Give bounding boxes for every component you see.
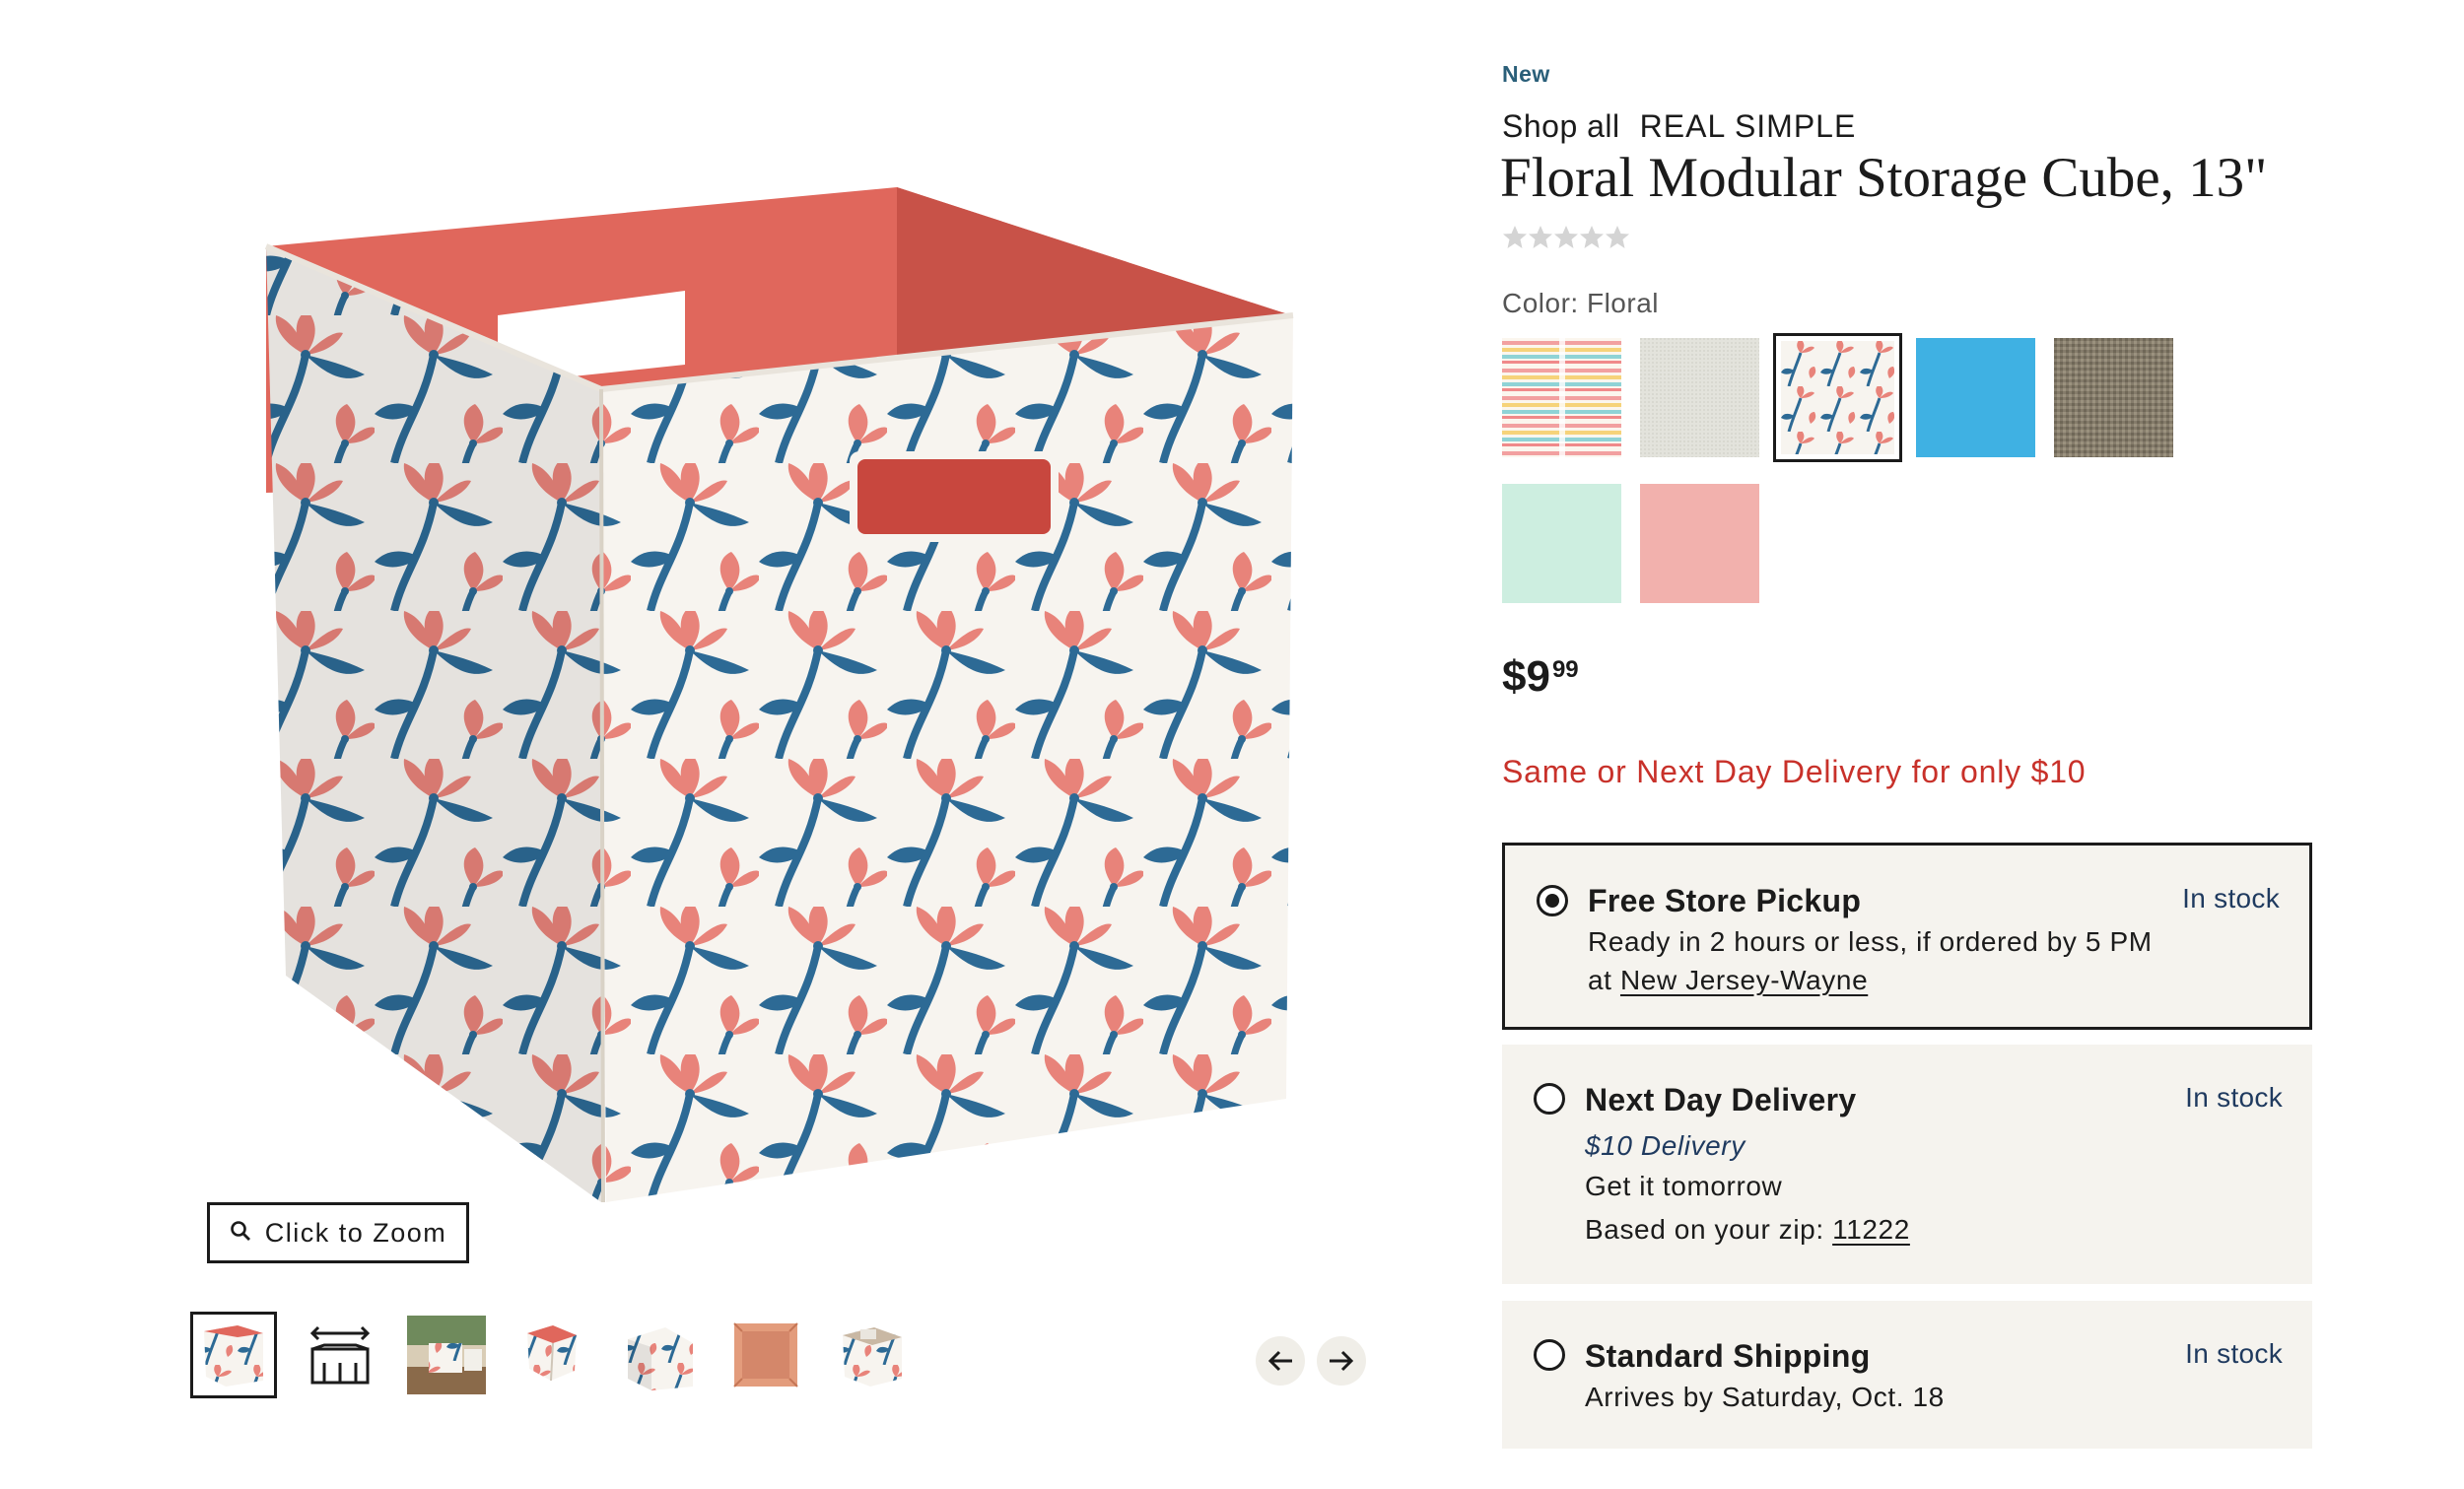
pickup-ready-text: Ready in 2 hours or less, if ordered by … <box>1588 926 2153 957</box>
product-title: Floral Modular Storage Cube, 13" <box>1500 147 2268 209</box>
option-store-pickup[interactable]: Free Store Pickup In stock Ready in 2 ho… <box>1502 843 2312 1030</box>
delivery-eta: Get it tomorrow <box>1585 1171 1783 1201</box>
store-link[interactable]: New Jersey-Wayne <box>1620 965 1868 995</box>
swatch-gray[interactable] <box>1640 338 1759 457</box>
rating-stars[interactable] <box>1502 225 1630 250</box>
thumbnail-floral-front[interactable] <box>190 1312 277 1398</box>
thumbnail-interior[interactable] <box>722 1312 809 1398</box>
product-image[interactable] <box>246 168 1331 1212</box>
swatch-turquoise[interactable] <box>1916 338 2035 457</box>
swatch-blush[interactable] <box>1640 484 1759 603</box>
option-next-day[interactable]: Next Day Delivery In stock $10 Delivery … <box>1502 1045 2312 1284</box>
swatch-stripe[interactable] <box>1502 338 1621 457</box>
zip-line: Based on your zip: 11222 <box>1585 1214 1910 1246</box>
stock-status: In stock <box>2185 1338 2283 1369</box>
arrow-left-icon <box>1267 1350 1292 1372</box>
thumbnail-collapsed[interactable] <box>616 1312 703 1398</box>
option-title: Standard Shipping <box>1585 1338 1871 1374</box>
at-label: at <box>1588 965 1612 995</box>
delivery-promo: Same or Next Day Delivery for only $10 <box>1502 754 2087 789</box>
swatch-taupe[interactable] <box>2054 338 2173 457</box>
option-title: Next Day Delivery <box>1585 1082 1857 1117</box>
pickup-store-line: at New Jersey-Wayne <box>1588 965 1868 996</box>
delivery-fee: $10 Delivery <box>1585 1130 1745 1161</box>
option-standard-shipping[interactable]: Standard Shipping In stock Arrives by Sa… <box>1502 1301 2312 1449</box>
new-badge: New <box>1502 61 1550 87</box>
zoom-button[interactable]: Click to Zoom <box>207 1202 469 1263</box>
color-label: Color: Floral <box>1502 288 1659 318</box>
stock-status: In stock <box>2182 883 2280 914</box>
thumbnail-strip <box>190 1311 939 1399</box>
previous-image-button[interactable] <box>1256 1336 1305 1386</box>
price-dollars: $9 <box>1502 652 1550 701</box>
thumbnail-lifestyle-room[interactable] <box>403 1312 490 1398</box>
zip-label: Based on your zip: <box>1585 1214 1824 1245</box>
shop-all-brand-link[interactable]: Shop all REAL SIMPLE <box>1502 108 1856 145</box>
zip-link[interactable]: 11222 <box>1832 1214 1910 1245</box>
thumbnail-filled[interactable] <box>829 1312 916 1398</box>
stock-status: In stock <box>2185 1082 2283 1113</box>
radio-standard-shipping[interactable] <box>1534 1339 1565 1371</box>
price-cents: 99 <box>1551 656 1579 683</box>
swatch-floral[interactable] <box>1773 333 1902 462</box>
star-rating-icon <box>1503 226 1629 248</box>
arrow-right-icon <box>1330 1350 1354 1372</box>
color-swatches <box>1502 333 2212 603</box>
brand-name: REAL SIMPLE <box>1639 108 1857 144</box>
zoom-label: Click to Zoom <box>264 1217 447 1248</box>
arrival-date: Arrives by Saturday, Oct. 18 <box>1585 1382 1945 1412</box>
shop-all-label: Shop all <box>1502 108 1620 144</box>
next-image-button[interactable] <box>1317 1336 1366 1386</box>
radio-store-pickup[interactable] <box>1537 885 1568 916</box>
thumbnail-dimensions-icon[interactable] <box>297 1312 383 1398</box>
option-title: Free Store Pickup <box>1588 883 1862 918</box>
radio-next-day[interactable] <box>1534 1083 1565 1115</box>
price: $9 99 <box>1502 652 1579 702</box>
swatch-mint[interactable] <box>1502 484 1621 603</box>
thumbnail-folding[interactable] <box>510 1312 596 1398</box>
search-icon <box>230 1218 251 1249</box>
